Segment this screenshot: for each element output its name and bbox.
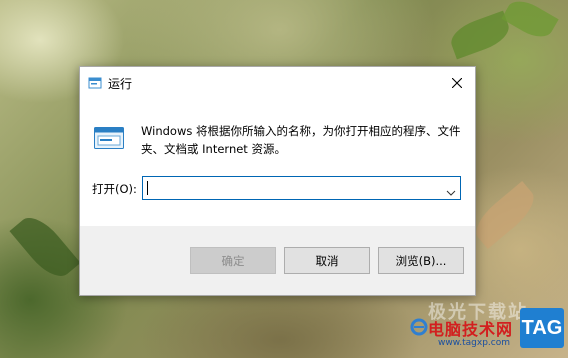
chevron-down-icon[interactable]: [446, 183, 456, 196]
watermark-url: www.tagxp.com: [438, 338, 510, 348]
watermark-site-name: 电脑技术网: [428, 320, 514, 339]
close-button[interactable]: [439, 67, 475, 97]
close-icon: [451, 73, 463, 92]
ie-logo-icon: [410, 318, 428, 336]
run-dialog: 运行 Windows 将根据你所输入的名称，为你打开相应的程序、文件夹、文档或 …: [79, 66, 476, 296]
background-leaf: [501, 0, 559, 44]
cancel-button[interactable]: 取消: [284, 247, 370, 274]
open-combobox[interactable]: [142, 176, 461, 200]
site-watermark: 极光下载站 电脑技术网 www.tagxp.com TAG: [404, 302, 564, 354]
tag-logo: TAG: [520, 308, 564, 348]
browse-button[interactable]: 浏览(B)...: [378, 247, 464, 274]
background-leaf: [468, 181, 542, 249]
open-label: 打开(O):: [92, 182, 137, 196]
title-bar[interactable]: 运行: [80, 67, 475, 99]
open-input[interactable]: [149, 179, 429, 197]
run-program-icon: [94, 127, 124, 149]
button-bar: 确定 取消 浏览(B)...: [80, 226, 475, 295]
text-caret: [147, 181, 148, 195]
dialog-title: 运行: [108, 77, 133, 91]
background-leaf: [9, 209, 81, 285]
ok-button[interactable]: 确定: [190, 247, 276, 274]
dialog-description: Windows 将根据你所输入的名称，为你打开相应的程序、文件夹、文档或 Int…: [141, 124, 461, 156]
run-icon: [88, 75, 102, 89]
